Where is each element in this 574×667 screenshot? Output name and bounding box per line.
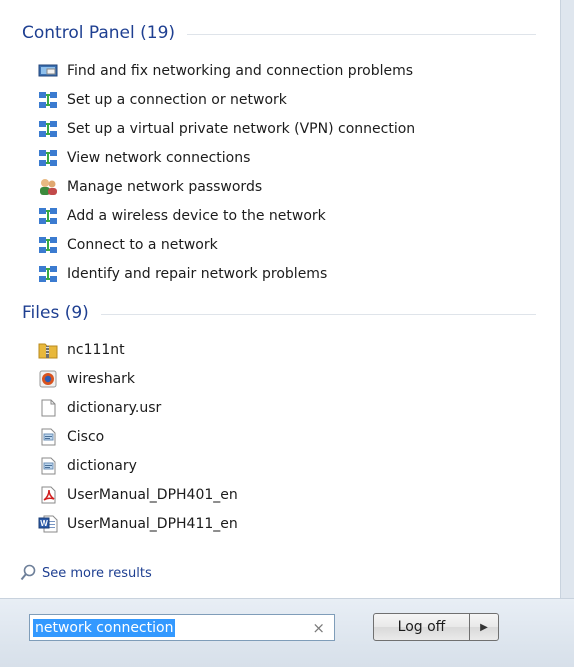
cp-item-label: Set up a virtual private network (VPN) c… <box>67 121 416 137</box>
network-icon <box>38 120 58 138</box>
network-icon <box>38 91 58 109</box>
cp-item-view-network-connections[interactable]: View network connections <box>38 146 518 170</box>
network-icon <box>38 265 58 283</box>
cp-item-set-up-vpn[interactable]: Set up a virtual private network (VPN) c… <box>38 117 518 141</box>
log-off-button[interactable]: Log off <box>373 613 470 641</box>
text-file-icon <box>38 428 58 446</box>
start-menu-results-panel: Control Panel (19) Find and fix networki… <box>0 0 561 598</box>
blank-file-icon <box>38 399 58 417</box>
file-item-label: UserManual_DPH411_en <box>67 516 238 532</box>
file-item-label: UserManual_DPH401_en <box>67 487 238 503</box>
section-divider <box>100 313 536 315</box>
network-icon <box>38 207 58 225</box>
log-off-label: Log off <box>397 619 446 635</box>
svg-text:W: W <box>40 519 48 528</box>
file-item-label: nc111nt <box>67 342 125 358</box>
clear-search-icon[interactable]: × <box>312 619 325 637</box>
file-item-label: dictionary.usr <box>67 400 162 416</box>
cp-item-set-up-connection[interactable]: Set up a connection or network <box>38 88 518 112</box>
search-input-text: network connection <box>33 619 176 637</box>
file-item-dictionary[interactable]: dictionary <box>38 454 518 478</box>
files-title: Files (9) <box>22 303 89 323</box>
search-icon <box>20 564 36 582</box>
users-icon <box>38 178 58 196</box>
see-more-label: See more results <box>42 565 152 581</box>
network-icon <box>38 149 58 167</box>
cp-item-connect-to-network[interactable]: Connect to a network <box>38 233 518 257</box>
files-header: Files (9) <box>22 302 536 324</box>
file-item-usermanual-dph411[interactable]: W UserManual_DPH411_en <box>38 512 518 536</box>
cp-item-label: Identify and repair network problems <box>67 266 328 282</box>
zip-folder-icon <box>38 341 58 359</box>
section-divider <box>187 33 536 35</box>
cp-item-find-fix-networking[interactable]: Find and fix networking and connection p… <box>38 59 518 83</box>
cp-item-label: Connect to a network <box>67 237 218 253</box>
cp-item-identify-repair[interactable]: Identify and repair network problems <box>38 262 518 286</box>
see-more-results-link[interactable]: See more results <box>20 564 152 582</box>
cp-item-add-wireless-device[interactable]: Add a wireless device to the network <box>38 204 518 228</box>
file-item-dictionary-usr[interactable]: dictionary.usr <box>38 396 518 420</box>
network-icon <box>38 236 58 254</box>
shutdown-options-button[interactable]: ▶ <box>469 613 499 641</box>
text-file-icon <box>38 457 58 475</box>
file-item-wireshark[interactable]: wireshark <box>38 367 518 391</box>
control-panel-title: Control Panel (19) <box>22 23 176 43</box>
file-item-label: wireshark <box>67 371 136 387</box>
cp-item-manage-network-passwords[interactable]: Manage network passwords <box>38 175 518 199</box>
control-panel-header: Control Panel (19) <box>22 22 536 44</box>
file-item-label: dictionary <box>67 458 137 474</box>
cp-item-label: Manage network passwords <box>67 179 263 195</box>
file-item-nc111nt[interactable]: nc111nt <box>38 338 518 362</box>
cp-item-label: Add a wireless device to the network <box>67 208 326 224</box>
file-item-label: Cisco <box>67 429 105 445</box>
arrow-right-icon: ▶ <box>480 621 488 633</box>
troubleshoot-icon <box>38 62 58 80</box>
cp-item-label: Find and fix networking and connection p… <box>67 63 414 79</box>
start-menu-bottom-bar: network connection × Log off ▶ <box>0 598 574 667</box>
word-doc-icon: W <box>38 515 58 533</box>
search-input[interactable]: network connection × <box>29 614 335 641</box>
cp-item-label: Set up a connection or network <box>67 92 287 108</box>
wireshark-icon <box>38 370 58 388</box>
file-item-usermanual-dph401[interactable]: UserManual_DPH401_en <box>38 483 518 507</box>
file-item-cisco[interactable]: Cisco <box>38 425 518 449</box>
cp-item-label: View network connections <box>67 150 251 166</box>
pdf-icon <box>38 486 58 504</box>
